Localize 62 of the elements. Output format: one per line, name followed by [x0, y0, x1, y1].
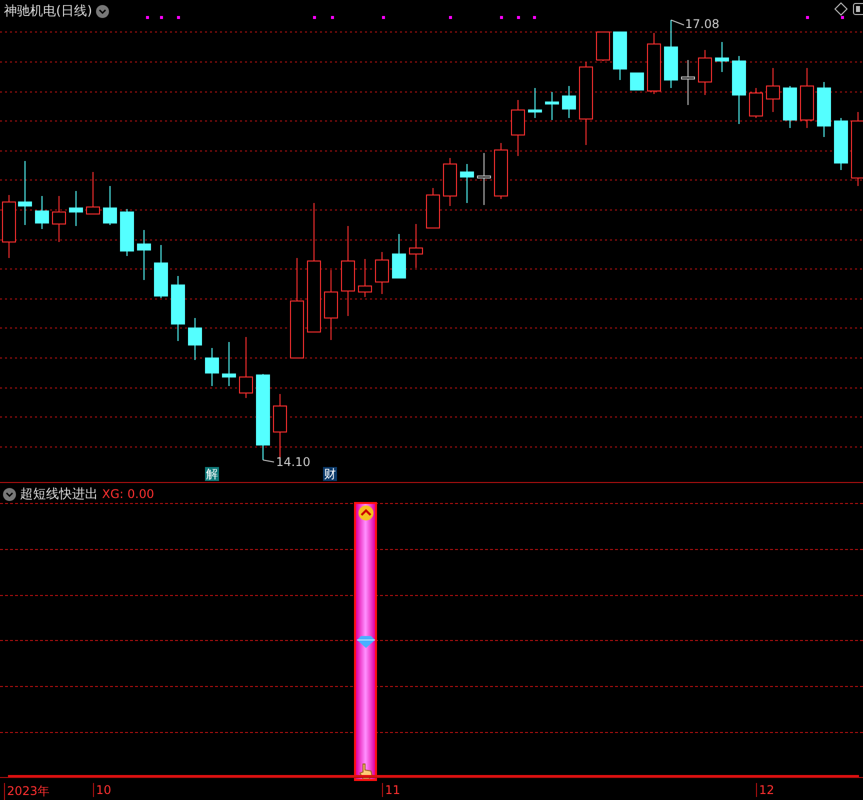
candlestick [681, 60, 695, 106]
candlestick [511, 100, 525, 156]
candlestick [545, 92, 559, 120]
candlestick [766, 68, 780, 112]
candlestick [171, 276, 185, 342]
candlestick [426, 188, 440, 228]
candlestick [800, 68, 814, 128]
leader-line [262, 460, 274, 462]
low-price-label: 14.10 [276, 455, 310, 469]
candlestick [528, 88, 542, 118]
candlestick [375, 252, 389, 294]
candlestick [205, 348, 219, 386]
candlestick [783, 86, 797, 128]
candlestick [596, 32, 610, 62]
chevron-up-coin-icon [358, 505, 374, 521]
candlestick [69, 190, 83, 226]
candlestick [103, 186, 117, 226]
candlestick [443, 158, 457, 206]
candlestick [698, 50, 712, 96]
event-marker[interactable]: 财 [323, 467, 337, 481]
candlestick [715, 42, 729, 72]
candlestick [664, 20, 678, 88]
candlestick [35, 196, 49, 230]
candlestick [630, 72, 644, 90]
candlestick [324, 270, 338, 340]
candlestick [409, 224, 423, 268]
dropdown-icon[interactable] [3, 488, 16, 500]
candlestick [137, 230, 151, 280]
candlestick [647, 32, 661, 94]
candlestick [188, 318, 202, 360]
candlestick [817, 82, 831, 138]
indicator-title: 超短线快进出 [20, 486, 98, 503]
leader-line [670, 20, 684, 26]
event-marker[interactable]: 解 [205, 467, 219, 481]
candlestick [86, 172, 100, 214]
candlestick [239, 336, 253, 398]
indicator-reading: XG: 0.00 [102, 487, 154, 501]
candlestick [613, 32, 627, 80]
candlestick [52, 196, 66, 242]
time-axis-label: 12 [756, 783, 774, 797]
high-price-label: 17.08 [685, 17, 720, 31]
dropdown-icon[interactable] [96, 4, 110, 18]
candlestick [392, 234, 406, 278]
candlestick [154, 244, 168, 298]
candlestick [732, 56, 746, 124]
candlestick [834, 118, 848, 170]
candlestick [222, 342, 236, 386]
candlestick [120, 208, 134, 256]
candlestick [18, 160, 32, 226]
candlestick [494, 142, 508, 200]
candlestick [562, 86, 576, 118]
candlestick [749, 88, 763, 118]
candlestick [477, 152, 491, 206]
time-axis-label: 11 [382, 783, 400, 797]
candlestick [358, 258, 372, 298]
diamond-gem-icon [356, 636, 374, 648]
time-axis-label: 2023年 [4, 783, 50, 800]
diamond-icon[interactable] [834, 2, 848, 16]
panel-toggle-icon[interactable] [853, 2, 863, 16]
candlestick [460, 164, 474, 204]
time-axis-label: 10 [93, 783, 112, 797]
stock-title: 神驰机电(日线) [4, 3, 92, 20]
